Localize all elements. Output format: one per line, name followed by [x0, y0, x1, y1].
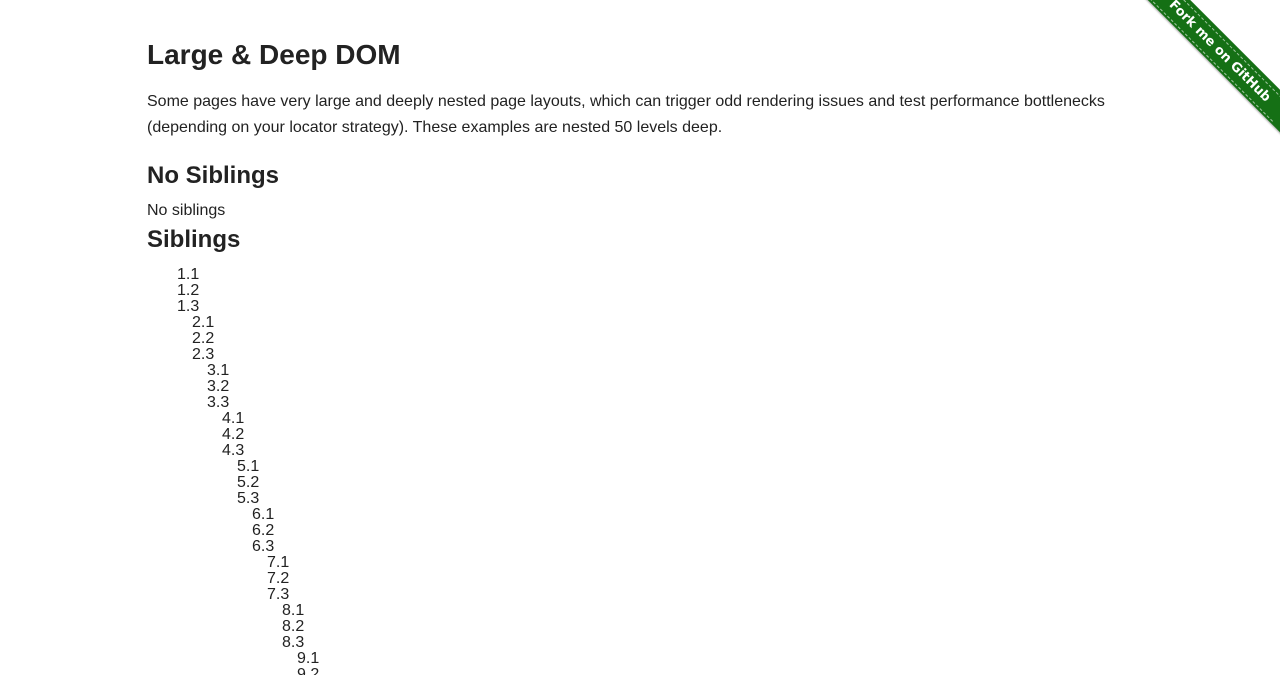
sibling-item-8-2: 8.2 — [282, 618, 305, 635]
sibling-item-7-1: 7.1 — [267, 554, 290, 571]
sibling-item-2-2: 2.2 — [192, 330, 215, 347]
page-title: Large & Deep DOM — [147, 39, 401, 70]
no-siblings-heading: No Siblings — [147, 162, 279, 189]
sibling-item-8-1: 8.1 — [282, 602, 305, 619]
sibling-item-1-2: 1.2 — [177, 282, 200, 299]
sibling-item-6-1: 6.1 — [252, 506, 275, 523]
sibling-item-1-3: 1.3 — [177, 298, 200, 315]
sibling-item-4-2: 4.2 — [222, 426, 245, 443]
sibling-item-5-2: 5.2 — [237, 474, 260, 491]
sibling-item-7-3: 7.3 — [267, 586, 290, 603]
sibling-item-4-3: 4.3 — [222, 442, 245, 459]
github-ribbon: Fork me on GitHub — [1130, 0, 1280, 150]
sibling-item-9-1: 9.1 — [297, 650, 320, 667]
sibling-item-5-1: 5.1 — [237, 458, 260, 475]
sibling-item-8-3: 8.3 — [282, 634, 305, 651]
sibling-item-6-2: 6.2 — [252, 522, 275, 539]
siblings-heading: Siblings — [147, 226, 241, 253]
no-siblings-text: No siblings — [147, 202, 226, 219]
sibling-item-7-2: 7.2 — [267, 570, 290, 587]
sibling-item-2-3: 2.3 — [192, 346, 215, 363]
sibling-item-3-3: 3.3 — [207, 394, 230, 411]
page: Large & Deep DOM Some pages have very la… — [0, 0, 1280, 675]
sibling-item-1-1: 1.1 — [177, 266, 200, 283]
sibling-item-2-1: 2.1 — [192, 314, 215, 331]
sibling-item-6-3: 6.3 — [252, 538, 275, 555]
sibling-item-3-1: 3.1 — [207, 362, 230, 379]
sibling-item-9-2: 9.2 — [297, 666, 320, 675]
intro-paragraph: Some pages have very large and deeply ne… — [147, 93, 1105, 136]
sibling-item-3-2: 3.2 — [207, 378, 230, 395]
github-ribbon-band[interactable]: Fork me on GitHub — [1131, 0, 1280, 140]
fork-me-link[interactable]: Fork me on GitHub — [1149, 0, 1280, 122]
sibling-item-4-1: 4.1 — [222, 410, 245, 427]
sibling-item-5-3: 5.3 — [237, 490, 260, 507]
